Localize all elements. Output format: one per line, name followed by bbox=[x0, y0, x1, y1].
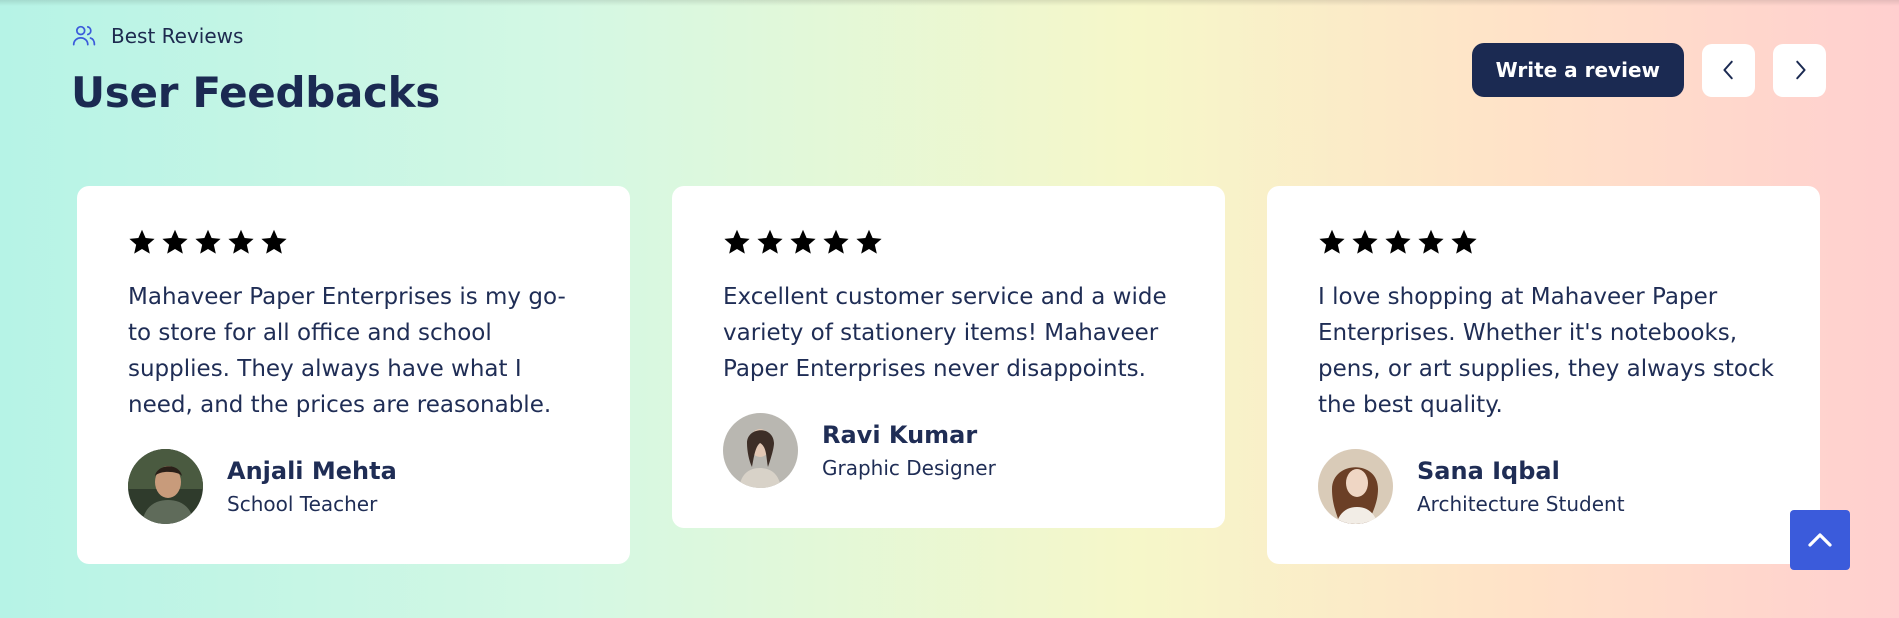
prev-button[interactable] bbox=[1702, 43, 1755, 97]
star-icon bbox=[757, 229, 783, 254]
star-icon bbox=[856, 229, 882, 254]
review-text: I love shopping at Mahaveer Paper Enterp… bbox=[1318, 284, 1774, 418]
top-shadow bbox=[0, 0, 1899, 6]
author-name: Ravi Kumar bbox=[822, 421, 978, 449]
star-icon bbox=[724, 229, 750, 254]
avatar bbox=[723, 413, 798, 488]
star-icon bbox=[790, 229, 816, 254]
review-card: Mahaveer Paper Enterprises is my go-to s… bbox=[77, 186, 630, 564]
star-icon bbox=[1319, 229, 1345, 254]
author-name: Sana Iqbal bbox=[1417, 457, 1560, 485]
star-icon bbox=[129, 229, 155, 254]
review-card: Excellent customer service and a wide va… bbox=[672, 186, 1225, 528]
eyebrow: Best Reviews bbox=[71, 20, 440, 52]
author-role: Graphic Designer bbox=[822, 456, 996, 480]
author-name: Anjali Mehta bbox=[227, 457, 397, 485]
star-rating bbox=[1318, 228, 1770, 258]
section-header: Best Reviews User Feedbacks bbox=[71, 20, 440, 117]
star-icon bbox=[1385, 229, 1411, 254]
star-icon bbox=[228, 229, 254, 254]
eyebrow-label: Best Reviews bbox=[111, 24, 244, 48]
chevron-right-icon bbox=[1795, 60, 1806, 80]
review-author: Sana Iqbal Architecture Student bbox=[1318, 449, 1770, 524]
users-icon bbox=[72, 25, 96, 46]
avatar bbox=[128, 449, 203, 524]
chevron-up-icon bbox=[1808, 533, 1832, 547]
avatar bbox=[1318, 449, 1393, 524]
author-role: Architecture Student bbox=[1417, 492, 1625, 516]
star-icon bbox=[823, 229, 849, 254]
review-card: I love shopping at Mahaveer Paper Enterp… bbox=[1267, 186, 1820, 564]
star-rating bbox=[723, 228, 1175, 258]
star-icon bbox=[162, 229, 188, 254]
author-role: School Teacher bbox=[227, 492, 378, 516]
star-rating bbox=[128, 228, 580, 258]
star-icon bbox=[1352, 229, 1378, 254]
scroll-to-top-button[interactable] bbox=[1790, 510, 1850, 570]
review-text: Excellent customer service and a wide va… bbox=[723, 284, 1167, 382]
star-icon bbox=[261, 229, 287, 254]
next-button[interactable] bbox=[1773, 43, 1826, 97]
star-icon bbox=[1418, 229, 1444, 254]
star-icon bbox=[195, 229, 221, 254]
chevron-left-icon bbox=[1722, 60, 1733, 80]
section-title: User Feedbacks bbox=[71, 68, 440, 117]
review-author: Anjali Mehta School Teacher bbox=[128, 449, 580, 524]
review-text: Mahaveer Paper Enterprises is my go-to s… bbox=[128, 284, 566, 418]
star-icon bbox=[1451, 229, 1477, 254]
review-controls: Write a review bbox=[1471, 43, 1826, 97]
write-review-button[interactable]: Write a review bbox=[1471, 43, 1684, 97]
review-author: Ravi Kumar Graphic Designer bbox=[723, 413, 1175, 488]
